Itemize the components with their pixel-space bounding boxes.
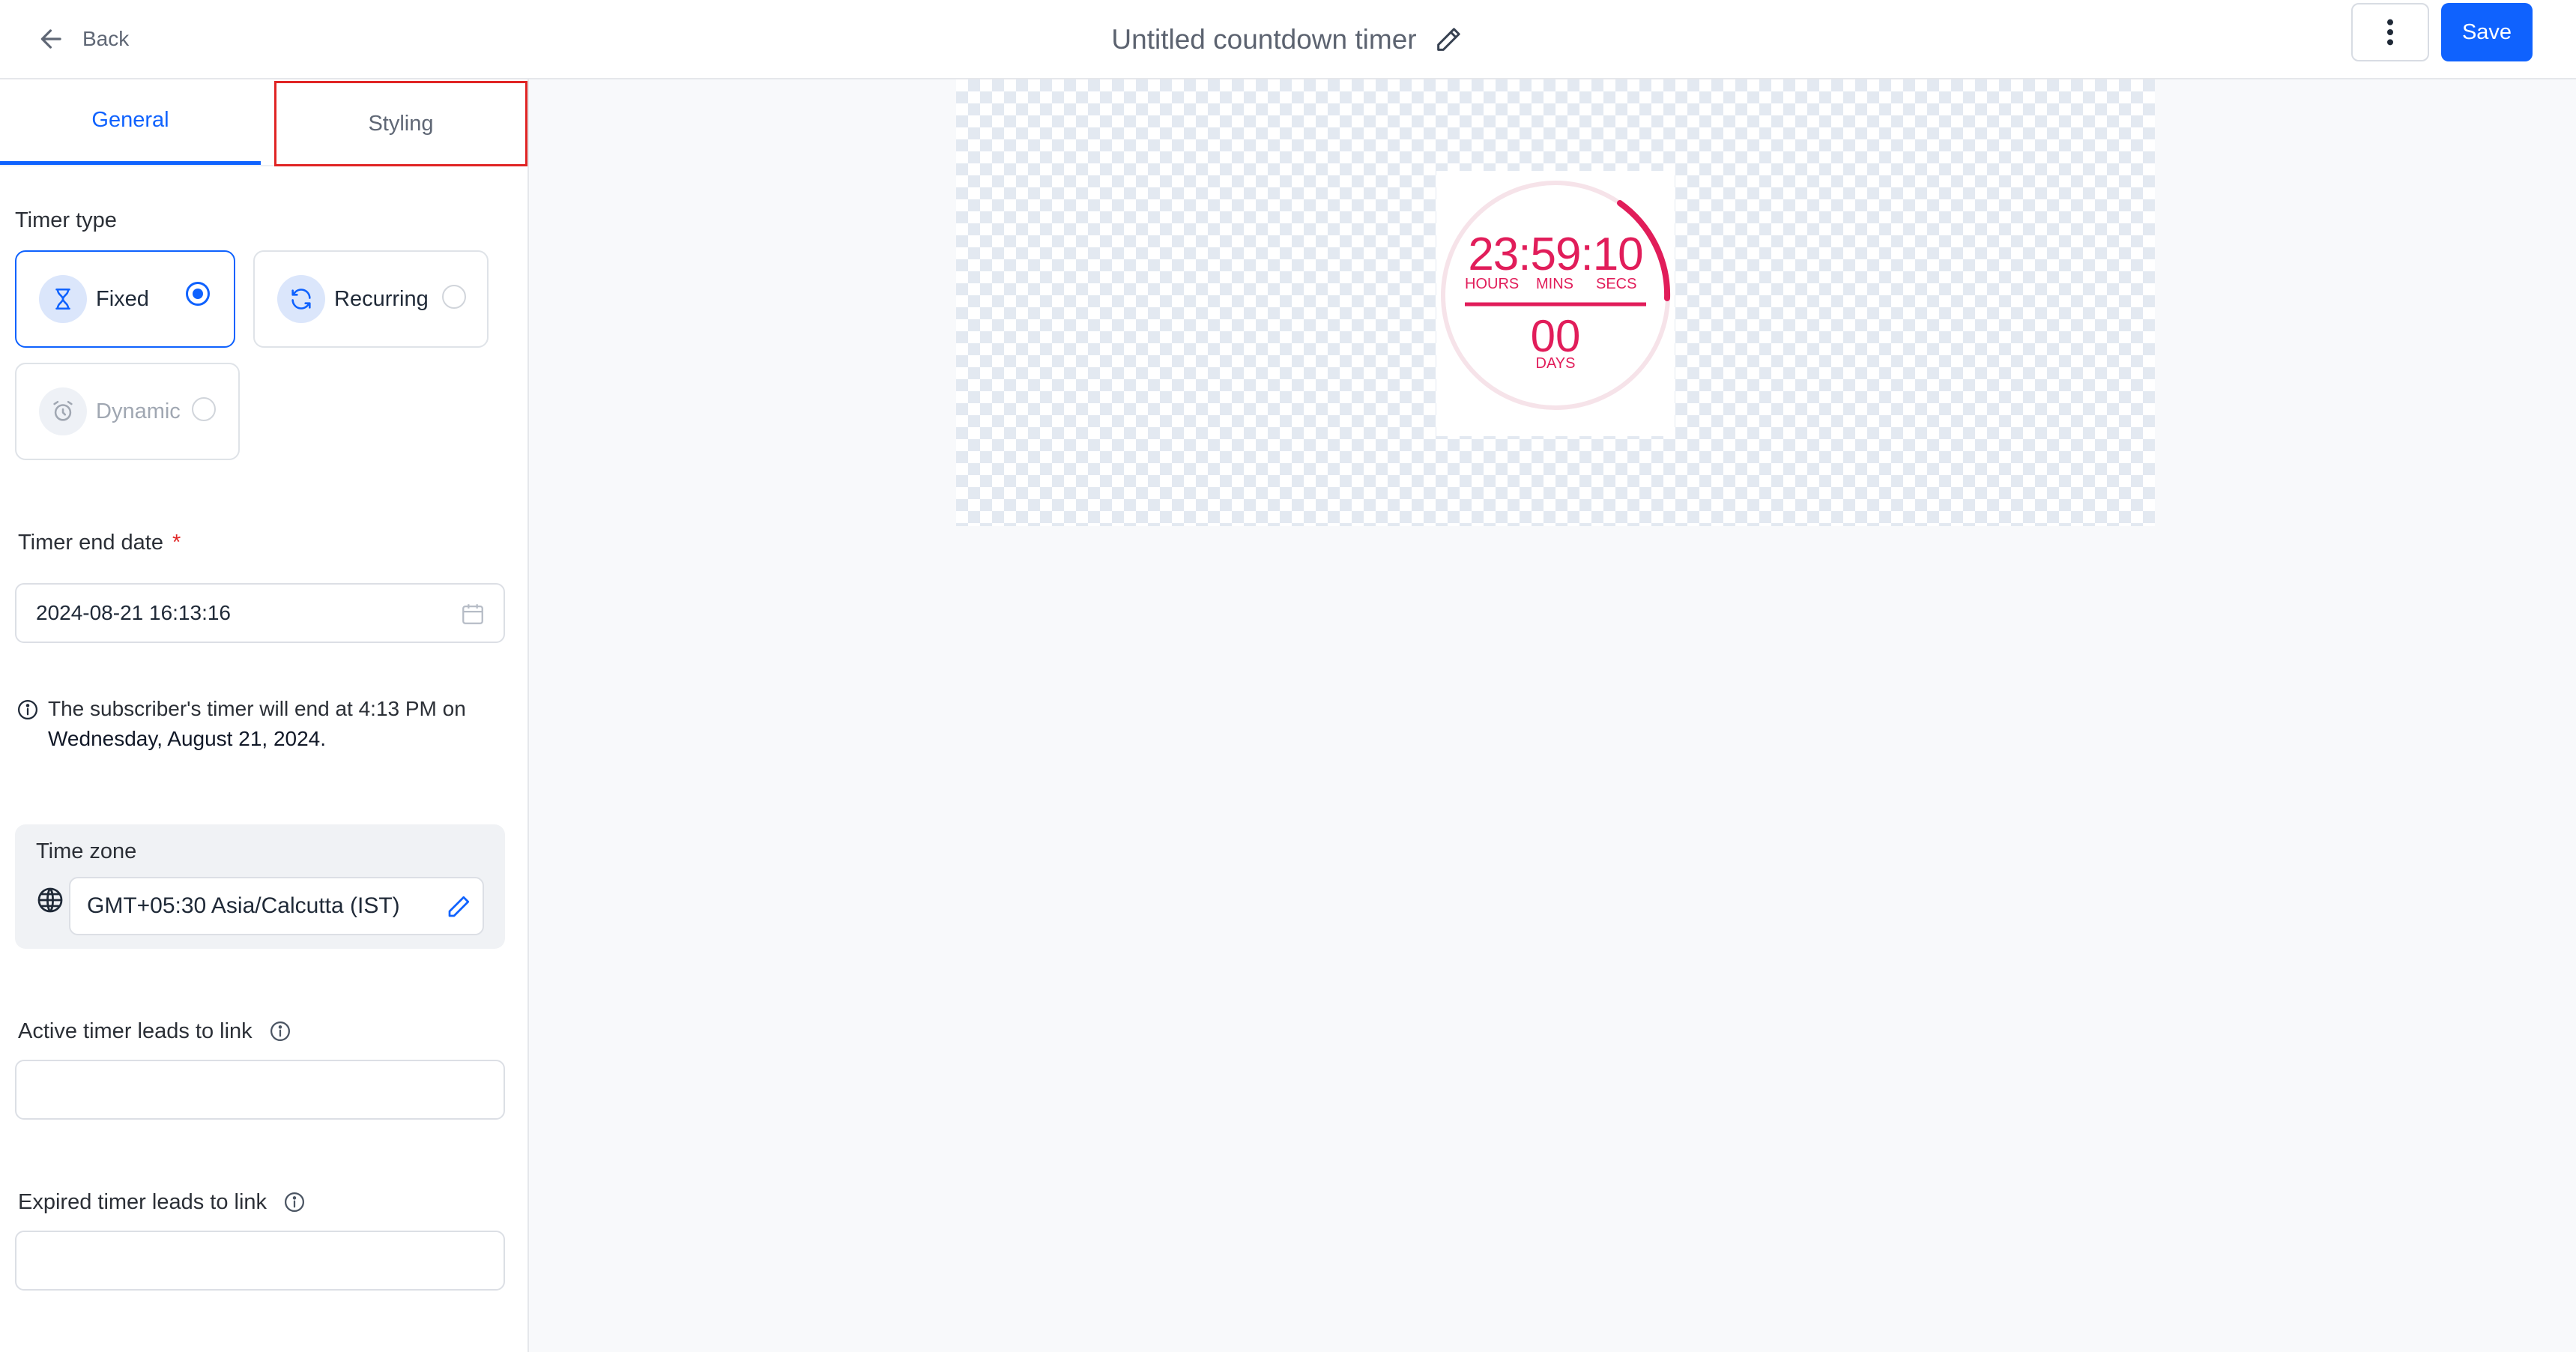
active-link-label: Active timer leads to link bbox=[18, 1019, 291, 1044]
time-zone-section: Time zone GMT+05:30 Asia/Calcutta (IST) bbox=[15, 824, 505, 949]
timer-type-fixed[interactable]: Fixed bbox=[15, 250, 235, 348]
alarm-clock-icon bbox=[53, 400, 73, 421]
type-label-fixed: Fixed bbox=[96, 286, 149, 311]
info-icon[interactable] bbox=[283, 1191, 306, 1213]
active-link-input[interactable] bbox=[15, 1060, 505, 1120]
pencil-icon bbox=[1436, 28, 1460, 51]
expired-link-label: Expired timer leads to link bbox=[18, 1190, 306, 1215]
end-date-info: The subscriber's timer will end at 4:13 … bbox=[16, 694, 511, 754]
pencil-icon[interactable] bbox=[445, 893, 472, 920]
page-title: Untitled countdown timer bbox=[1111, 24, 1417, 55]
globe-icon bbox=[37, 887, 63, 913]
info-icon bbox=[18, 700, 37, 719]
active-link-label-text: Active timer leads to link bbox=[18, 1019, 253, 1043]
timer-time: 23:59:10 bbox=[1468, 229, 1643, 280]
refresh-icon bbox=[291, 289, 311, 310]
hourglass-icon bbox=[55, 288, 70, 310]
info-date: Wednesday, August 21, 2024. bbox=[48, 727, 327, 750]
more-vertical-icon bbox=[2387, 19, 2393, 46]
title-area: Untitled countdown timer bbox=[0, 15, 2576, 64]
top-bar: Back Untitled countdown timer Save bbox=[0, 0, 2576, 79]
countdown-timer-preview: 23:59:10 HOURS MINS SECS 00 DAYS bbox=[1436, 171, 1675, 436]
tab-styling[interactable]: Styling bbox=[274, 81, 527, 166]
expired-link-input[interactable] bbox=[15, 1231, 505, 1291]
end-date-value: 2024-08-21 16:13:16 bbox=[36, 601, 231, 624]
radio-dynamic bbox=[192, 397, 216, 421]
settings-sidebar: General Styling Timer type Fixed Recurri… bbox=[0, 79, 529, 1352]
timer-type-recurring[interactable]: Recurring bbox=[253, 250, 489, 348]
time-zone-value: GMT+05:30 Asia/Calcutta (IST) bbox=[87, 893, 400, 918]
type-icon-wrap bbox=[39, 275, 87, 323]
radio-fixed[interactable] bbox=[186, 282, 210, 306]
type-icon-wrap bbox=[39, 387, 87, 435]
type-label-dynamic: Dynamic bbox=[96, 399, 181, 423]
end-date-label-text: Timer end date bbox=[18, 531, 163, 555]
days-value: 00 bbox=[1530, 311, 1581, 361]
radio-recurring[interactable] bbox=[442, 285, 466, 309]
hours-label: HOURS bbox=[1465, 276, 1520, 292]
timer-type-label: Timer type bbox=[15, 208, 117, 232]
save-button[interactable]: Save bbox=[2441, 3, 2533, 61]
tab-general[interactable]: General bbox=[0, 79, 261, 165]
time-zone-field[interactable]: GMT+05:30 Asia/Calcutta (IST) bbox=[69, 877, 484, 935]
end-date-label: Timer end date * bbox=[18, 531, 181, 555]
timer-ring bbox=[1441, 181, 1671, 410]
mins-label: MINS bbox=[1536, 276, 1573, 292]
type-icon-wrap bbox=[277, 275, 325, 323]
more-options-button[interactable] bbox=[2351, 3, 2429, 61]
time-zone-label: Time zone bbox=[36, 839, 137, 863]
info-icon[interactable] bbox=[269, 1020, 291, 1042]
tab-bar: General Styling bbox=[0, 79, 527, 166]
info-prefix: The subscriber's timer will end at 4:13 … bbox=[48, 697, 466, 720]
edit-title-button[interactable] bbox=[1432, 23, 1465, 56]
timer-type-dynamic: Dynamic bbox=[15, 363, 240, 460]
end-date-input[interactable]: 2024-08-21 16:13:16 bbox=[15, 583, 505, 643]
calendar-icon[interactable] bbox=[460, 601, 486, 627]
days-label: DAYS bbox=[1535, 355, 1576, 372]
type-label-recurring: Recurring bbox=[334, 286, 429, 311]
required-mark: * bbox=[172, 531, 181, 555]
secs-label: SECS bbox=[1596, 276, 1637, 292]
expired-link-label-text: Expired timer leads to link bbox=[18, 1190, 267, 1214]
